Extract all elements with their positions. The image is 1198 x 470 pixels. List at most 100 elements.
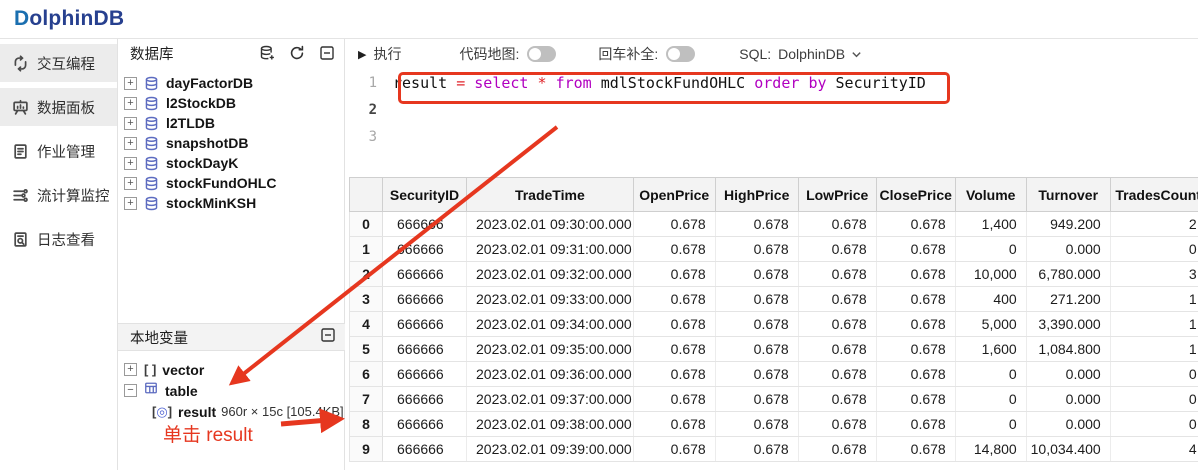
column-header-rownum[interactable] [350,178,383,212]
database-icon [144,116,159,131]
column-header-LowPrice[interactable]: LowPrice [798,178,876,212]
cell: 666666 [383,412,467,437]
dbtree-item-stockDayK[interactable]: +stockDayK [118,153,344,173]
cell: 1 [1110,287,1198,312]
variable-name: vector [162,362,204,378]
toggle-knob [529,48,541,60]
table-row[interactable]: 16666662023.02.01 09:31:00.0000.6780.678… [350,237,1198,262]
sidebar-item-label: 作业管理 [37,141,95,162]
sidebar-item-log-view[interactable]: 日志查看 [0,220,117,258]
log-icon [12,231,29,248]
sidebar-item-stream-monitor[interactable]: 流计算监控 [0,176,117,214]
cell: 0.678 [876,262,955,287]
column-header-OpenPrice[interactable]: OpenPrice [633,178,715,212]
result-table: SecurityIDTradeTimeOpenPriceHighPriceLow… [349,177,1198,462]
collapse-variables-icon[interactable] [320,327,336,348]
sidebar-item-interactive-programming[interactable]: 交互编程 [0,44,117,82]
cell: 5 [350,337,383,362]
cell: 666666 [383,362,467,387]
column-header-HighPrice[interactable]: HighPrice [715,178,798,212]
dbtree-item-dayFactorDB[interactable]: +dayFactorDB [118,73,344,93]
cell: 0.678 [715,387,798,412]
expand-icon[interactable]: + [124,363,137,376]
variable-item-vector[interactable]: +[ ]vector [118,359,345,380]
code-line: 2 [346,96,1198,123]
table-row[interactable]: 86666662023.02.01 09:38:00.0000.6780.678… [350,412,1198,437]
column-header-Volume[interactable]: Volume [955,178,1026,212]
cell: 2023.02.01 09:34:00.000 [467,312,634,337]
column-header-SecurityID[interactable]: SecurityID [383,178,467,212]
dbtree-item-l2StockDB[interactable]: +l2StockDB [118,93,344,113]
cell: 8 [350,412,383,437]
cell: 5,000 [955,312,1026,337]
code-map-toggle[interactable] [527,46,556,62]
local-variables-panel: 本地变量 +[ ]vector−table[◎]result960r × 15c… [118,323,345,422]
expand-icon[interactable]: + [124,197,137,210]
enter-complete-toggle[interactable] [666,46,695,62]
cell: 949.200 [1026,212,1110,237]
cell: 2 [1110,212,1198,237]
table-row[interactable]: 26666662023.02.01 09:32:00.0000.6780.678… [350,262,1198,287]
cell: 1 [350,237,383,262]
cell: 1 [1110,312,1198,337]
cell: 0.678 [798,437,876,462]
sidebar-item-data-panel[interactable]: 数据面板 [0,88,117,126]
line-number: 1 [346,75,393,91]
cell: 400 [955,287,1026,312]
table-row[interactable]: 56666662023.02.01 09:35:00.0000.6780.678… [350,337,1198,362]
column-header-TradesCount[interactable]: TradesCount [1110,178,1198,212]
table-row[interactable]: 46666662023.02.01 09:34:00.0000.6780.678… [350,312,1198,337]
column-header-ClosePrice[interactable]: ClosePrice [876,178,955,212]
cell: 666666 [383,337,467,362]
sql-dialect-select[interactable]: SQL: DolphinDB [739,46,862,62]
run-button[interactable]: ▶ 执行 [358,44,401,64]
expand-icon[interactable]: + [124,117,137,130]
cell: 0.678 [633,212,715,237]
code-editor[interactable]: 1result = select * from mdlStockFundOHLC… [346,69,1198,177]
database-panel-header: 数据库 [118,39,344,67]
cell: 4 [350,312,383,337]
cell: 666666 [383,387,467,412]
table-row[interactable]: 66666662023.02.01 09:36:00.0000.6780.678… [350,362,1198,387]
sql-value: DolphinDB [778,46,845,62]
collapse-panel-icon[interactable] [319,45,335,61]
cell: 0.678 [798,412,876,437]
table-icon [144,381,165,400]
dolphindb-logo[interactable]: DolphinDB [14,7,124,31]
refresh-icon[interactable] [289,45,305,61]
sidebar-item-job-management[interactable]: 作业管理 [0,132,117,170]
jobs-icon [12,143,29,160]
cell: 10,034.400 [1026,437,1110,462]
dbtree-item-snapshotDB[interactable]: +snapshotDB [118,133,344,153]
code-token: * [538,74,556,92]
expand-icon[interactable]: + [124,177,137,190]
expand-icon[interactable]: + [124,157,137,170]
cell: 0.000 [1026,412,1110,437]
sidebar-item-label: 流计算监控 [37,185,110,206]
main-area: ▶ 执行 代码地图: 回车补全: SQL: DolphinDB 1result … [346,39,1198,470]
expand-icon[interactable]: + [124,77,137,90]
dbtree-item-l2TLDB[interactable]: +l2TLDB [118,113,344,133]
table-row[interactable]: 76666662023.02.01 09:37:00.0000.6780.678… [350,387,1198,412]
cell: 1,084.800 [1026,337,1110,362]
table-row[interactable]: 96666662023.02.01 09:39:00.0000.6780.678… [350,437,1198,462]
database-add-icon[interactable] [259,45,275,61]
code-map-label: 代码地图: [459,44,519,64]
variable-item-result[interactable]: [◎]result960r × 15c [105.4KB] [118,401,345,422]
variable-item-table[interactable]: −table [118,380,345,401]
cell: 2 [350,262,383,287]
expand-icon[interactable]: − [124,384,137,397]
expand-icon[interactable]: + [124,137,137,150]
dbtree-item-stockMinKSH[interactable]: +stockMinKSH [118,193,344,213]
database-panel: 数据库 +dayFactorDB+l2StockDB+l2TLDB+snapsh… [118,39,345,470]
dbtree-item-stockFundOHLC[interactable]: +stockFundOHLC [118,173,344,193]
table-row[interactable]: 36666662023.02.01 09:33:00.0000.6780.678… [350,287,1198,312]
expand-icon[interactable]: + [124,97,137,110]
cell: 1,400 [955,212,1026,237]
result-icon: [◎] [152,403,178,421]
column-header-TradeTime[interactable]: TradeTime [467,178,634,212]
cell: 0.678 [798,287,876,312]
cell: 9 [350,437,383,462]
column-header-Turnover[interactable]: Turnover [1026,178,1110,212]
table-row[interactable]: 06666662023.02.01 09:30:00.0000.6780.678… [350,212,1198,237]
